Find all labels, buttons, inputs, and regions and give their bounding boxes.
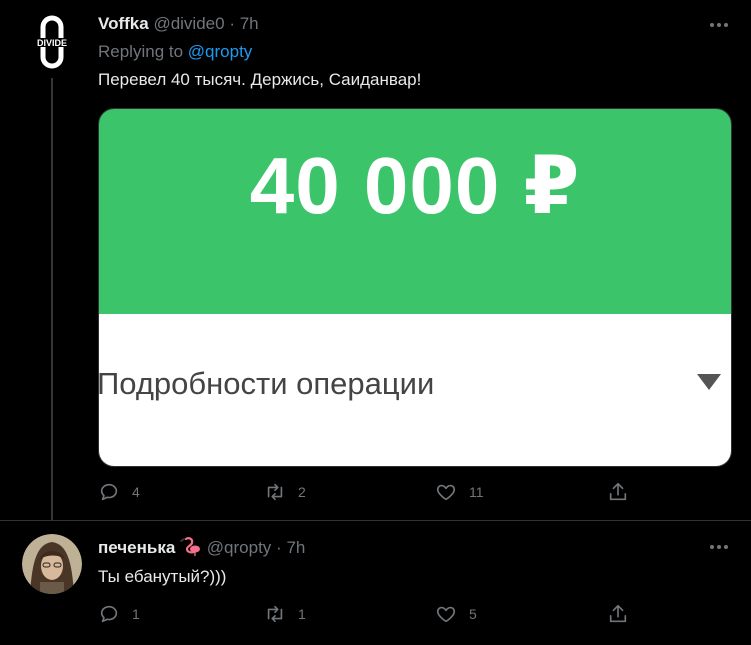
chevron-down-icon <box>697 374 721 390</box>
retweet-icon <box>267 483 283 501</box>
timestamp[interactable]: 7h <box>240 14 259 33</box>
avatar-photo <box>22 534 82 594</box>
tweet-text: Перевел 40 тысяч. Держись, Саиданвар! <box>98 70 422 89</box>
reply-button[interactable]: 4 <box>98 480 140 504</box>
retweet-button[interactable]: 2 <box>264 480 306 504</box>
divide-logo-icon: DIVIDE <box>22 12 82 72</box>
details-label: Подробности операции <box>98 366 435 401</box>
separator: · <box>229 14 235 33</box>
tweet: DIVIDE Voffka @divide0 · 7h Replying to … <box>0 0 751 520</box>
retweet-count: 2 <box>298 484 306 500</box>
amount-text: 40 000 ₽ <box>249 141 581 230</box>
handle[interactable]: @qropty <box>207 538 272 557</box>
reply-count: 4 <box>132 484 140 500</box>
like-count: 5 <box>469 606 477 622</box>
separator: · <box>276 538 282 557</box>
like-button[interactable]: 11 <box>435 480 484 504</box>
retweet-count: 1 <box>298 606 306 622</box>
replying-to: Replying to @qropty <box>98 42 252 62</box>
tweet-header: печенька @qropty · 7h <box>98 536 305 558</box>
tweet-text: Ты ебанутый?))) <box>98 567 227 586</box>
reply-icon <box>100 605 118 623</box>
heart-icon <box>436 606 456 623</box>
amount-banner: 40 000 ₽ <box>99 109 731 314</box>
retweet-icon <box>267 605 283 623</box>
tweet-header: Voffka @divide0 · 7h <box>98 14 259 34</box>
tweet-media[interactable]: 40 000 ₽ Подробности операции <box>98 108 732 467</box>
reply-button[interactable]: 1 <box>98 602 140 626</box>
svg-text:DIVIDE: DIVIDE <box>37 38 67 48</box>
like-count: 11 <box>469 484 484 500</box>
like-button[interactable]: 5 <box>435 602 477 626</box>
avatar[interactable]: DIVIDE <box>22 12 82 72</box>
share-icon <box>609 604 627 623</box>
avatar[interactable] <box>22 534 82 594</box>
handle[interactable]: @divide0 <box>153 14 224 33</box>
replying-to-handle[interactable]: @qropty <box>188 42 253 61</box>
replying-to-label: Replying to <box>98 42 184 61</box>
share-button[interactable] <box>607 602 629 626</box>
timestamp[interactable]: 7h <box>286 538 305 557</box>
reply-count: 1 <box>132 606 140 622</box>
more-icon[interactable] <box>708 17 730 33</box>
thread-line <box>51 78 53 520</box>
retweet-button[interactable]: 1 <box>264 602 306 626</box>
details-panel: Подробности операции <box>99 314 731 466</box>
heart-icon <box>436 484 456 501</box>
tweet-actions: 1 1 5 <box>98 602 638 626</box>
display-name[interactable]: Voffka <box>98 14 149 33</box>
flamingo-emoji-icon <box>180 537 201 556</box>
more-icon[interactable] <box>708 539 730 555</box>
share-icon <box>609 482 627 501</box>
display-name[interactable]: печенька <box>98 538 175 557</box>
share-button[interactable] <box>607 480 629 504</box>
tweet-actions: 4 2 11 <box>98 480 638 504</box>
reply-icon <box>100 483 118 501</box>
